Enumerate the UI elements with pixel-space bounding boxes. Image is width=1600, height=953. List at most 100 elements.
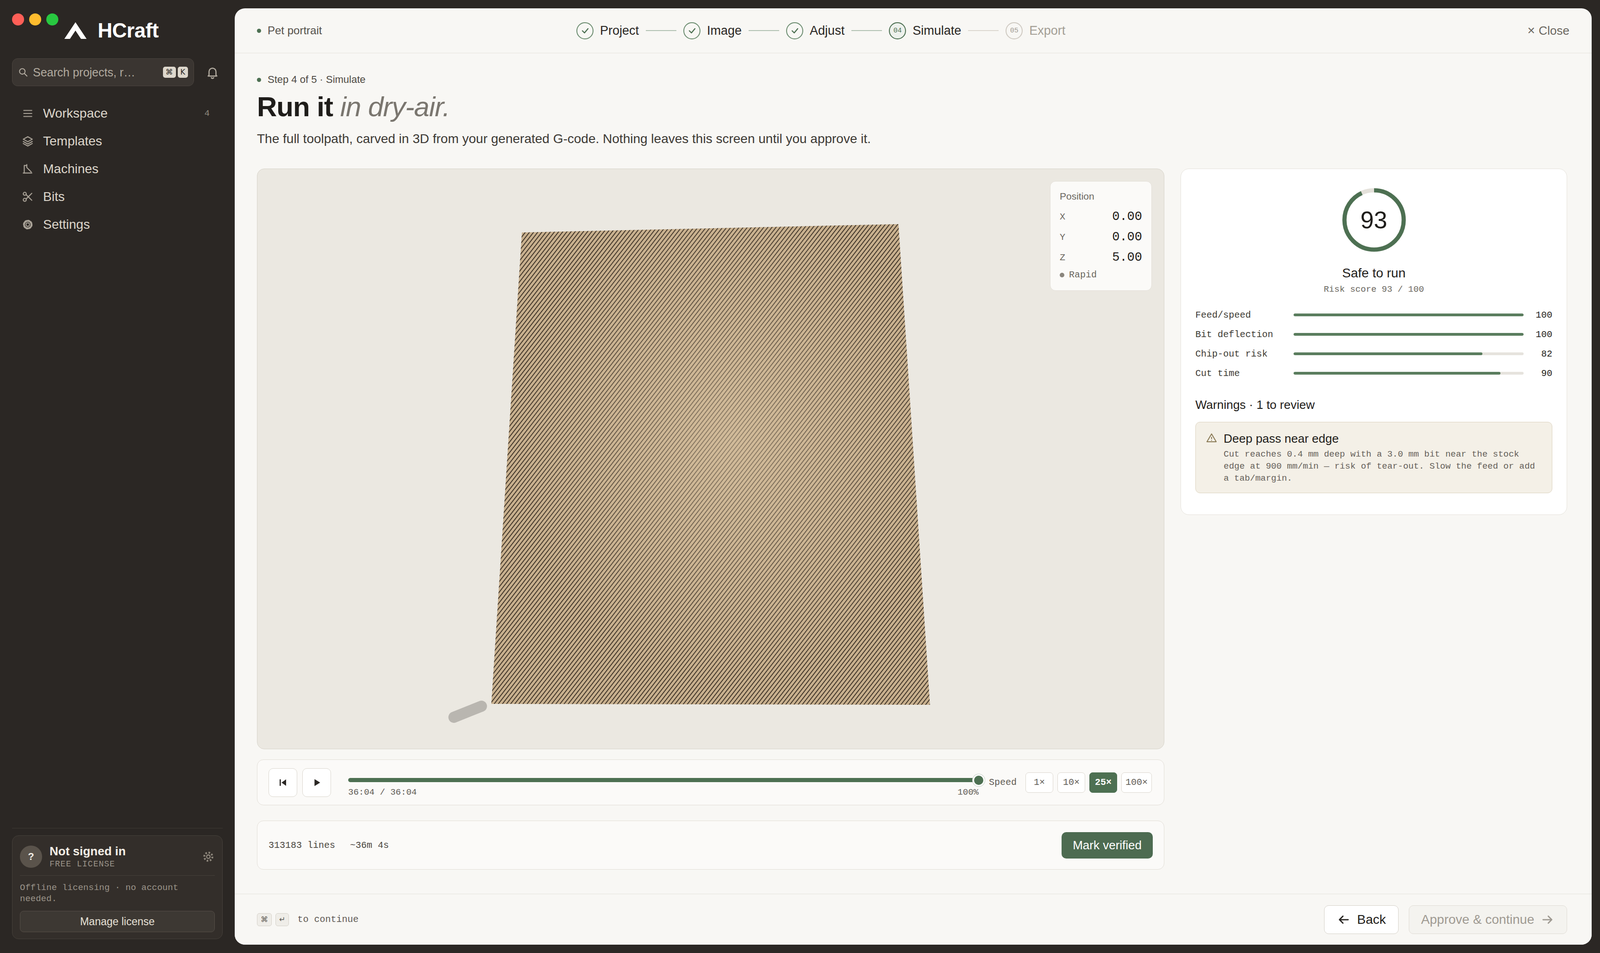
simulate-layout: Position X 0.00Y 0.00Z 5.00 Rapid 36:04 … — [256, 168, 1568, 870]
risk-card: 93 Safe to run Risk score 93 / 100 Feed/… — [1180, 168, 1568, 515]
position-row: X 0.00 — [1059, 206, 1143, 227]
step-marker — [576, 22, 594, 40]
axis-value: 0.00 — [1112, 230, 1143, 244]
speed-button[interactable]: 10× — [1057, 772, 1086, 793]
step-label: Adjust — [809, 23, 845, 38]
window-close-button[interactable] — [12, 13, 25, 26]
mark-verified-button[interactable]: Mark verified — [1061, 831, 1153, 859]
toolpath-viewer[interactable]: Position X 0.00Y 0.00Z 5.00 Rapid — [256, 168, 1165, 750]
step[interactable]: Image — [683, 22, 742, 40]
wizard-header: Pet portrait Project Image Adjust 04 Sim… — [234, 8, 1592, 54]
approve-continue-button[interactable]: Approve & continue — [1408, 905, 1568, 934]
position-row: Y 0.00 — [1059, 226, 1143, 248]
window-controls — [12, 13, 59, 26]
title-emphasis: in dry-air. — [340, 91, 450, 123]
metric-bar — [1293, 332, 1524, 336]
step[interactable]: Project — [576, 22, 639, 40]
step[interactable]: 05 Export — [1005, 22, 1066, 40]
step-connector — [645, 30, 677, 32]
viewer-column: Position X 0.00Y 0.00Z 5.00 Rapid 36:04 … — [256, 168, 1165, 870]
search-shortcut: ⌘K — [162, 66, 189, 78]
check-icon — [686, 25, 698, 37]
timeline-labels: 36:04 / 36:04 100% — [348, 787, 979, 798]
back-button[interactable]: Back — [1324, 905, 1399, 934]
project-label: Pet portrait — [267, 24, 322, 38]
project-dot — [256, 28, 262, 33]
duration: ~36m 4s — [350, 839, 389, 851]
search-row: Search projects, r… ⌘K — [12, 58, 223, 87]
gear-icon — [21, 218, 34, 231]
machine-icon — [21, 162, 34, 175]
skip-back-icon — [276, 775, 290, 789]
brand-row: HCraft — [12, 0, 223, 42]
sidebar-item[interactable]: Workspace 4 — [12, 99, 223, 128]
sidebar-item[interactable]: Settings — [12, 210, 223, 239]
rewind-button[interactable] — [268, 768, 298, 797]
sidebar: HCraft Search projects, r… ⌘K Workspace … — [0, 0, 235, 953]
risk-status: Safe to run — [1195, 265, 1553, 282]
arrow-left-icon — [1336, 912, 1351, 927]
shortcut-key: ⌘ — [162, 66, 176, 78]
metric-value: 100 — [1529, 309, 1553, 321]
avatar: ? — [19, 845, 43, 868]
close-icon: × — [1527, 23, 1535, 38]
account-status: Not signed in — [49, 843, 195, 859]
eyebrow-dot — [256, 77, 262, 82]
risk-gauge: 93 — [1340, 186, 1408, 254]
carved-stock — [491, 224, 930, 705]
timeline-track — [348, 777, 979, 782]
sidebar-item[interactable]: Bits — [12, 182, 223, 211]
step[interactable]: Adjust — [786, 22, 845, 40]
check-icon — [579, 25, 591, 37]
sidebar-item[interactable]: Templates — [12, 127, 223, 156]
mode-label: Rapid — [1068, 269, 1097, 281]
sidebar-item-label: Bits — [43, 189, 210, 205]
position-title: Position — [1059, 190, 1143, 202]
close-button[interactable]: × Close — [1527, 21, 1570, 40]
metric-row: Feed/speed 100 — [1195, 305, 1553, 325]
position-readout: Position X 0.00Y 0.00Z 5.00 Rapid — [1050, 181, 1152, 291]
metric-fill — [1293, 352, 1483, 356]
step[interactable]: 04 Simulate — [888, 22, 962, 40]
step-eyebrow: Step 4 of 5 · Simulate — [256, 72, 1568, 87]
warning-text: Deep pass near edge Cut reaches 0.4 mm d… — [1223, 430, 1542, 485]
speed-button[interactable]: 100× — [1121, 772, 1152, 793]
motion-mode: Rapid — [1059, 269, 1143, 281]
line-count: 313183 lines — [268, 839, 336, 851]
timeline-knob[interactable] — [972, 774, 985, 787]
metric-row: Cut time 90 — [1195, 363, 1553, 383]
metric-value: 90 — [1529, 368, 1553, 379]
license-card: ? Not signed in FREE LICENSE Offline lic… — [12, 835, 223, 939]
keyboard-hint: ⌘↵ to continue — [256, 912, 359, 926]
magnifier-icon — [18, 67, 29, 78]
manage-license-button[interactable]: Manage license — [19, 910, 215, 932]
warning-card[interactable]: Deep pass near edge Cut reaches 0.4 mm d… — [1195, 421, 1553, 494]
stepper: Project Image Adjust 04 Simulate 05 Expo… — [576, 22, 1066, 40]
window-zoom-button[interactable] — [46, 13, 59, 26]
gear-icon[interactable] — [201, 850, 215, 863]
window-minimize-button[interactable] — [29, 13, 42, 26]
shortcut-key: K — [177, 66, 189, 78]
license-note: Offline licensing · no account needed. — [19, 881, 215, 905]
timeline-percent: 100% — [957, 787, 979, 798]
footer-actions: Back Approve & continue — [1324, 905, 1568, 934]
speed-selector: Speed 1×10×25×100× — [988, 772, 1152, 793]
step-marker: 04 — [888, 22, 907, 40]
timeline-slider[interactable] — [348, 774, 979, 787]
account-row: ? Not signed in FREE LICENSE — [19, 843, 215, 876]
notifications-button[interactable] — [202, 62, 223, 83]
mode-dot — [1059, 272, 1065, 278]
metric-label: Cut time — [1195, 368, 1288, 379]
play-button[interactable] — [302, 768, 332, 797]
close-label: Close — [1538, 23, 1570, 38]
speed-button[interactable]: 1× — [1025, 772, 1054, 793]
sidebar-item[interactable]: Machines — [12, 155, 223, 183]
timeline-time: 36:04 / 36:04 — [348, 787, 417, 798]
back-label: Back — [1356, 912, 1386, 927]
speed-button[interactable]: 25× — [1089, 772, 1118, 793]
search-field[interactable]: Search projects, r… ⌘K — [12, 58, 194, 87]
step-label: Image — [706, 23, 742, 38]
app-window: HCraft Search projects, r… ⌘K Workspace … — [0, 0, 1600, 953]
check-icon — [789, 25, 801, 37]
play-icon — [310, 775, 324, 789]
